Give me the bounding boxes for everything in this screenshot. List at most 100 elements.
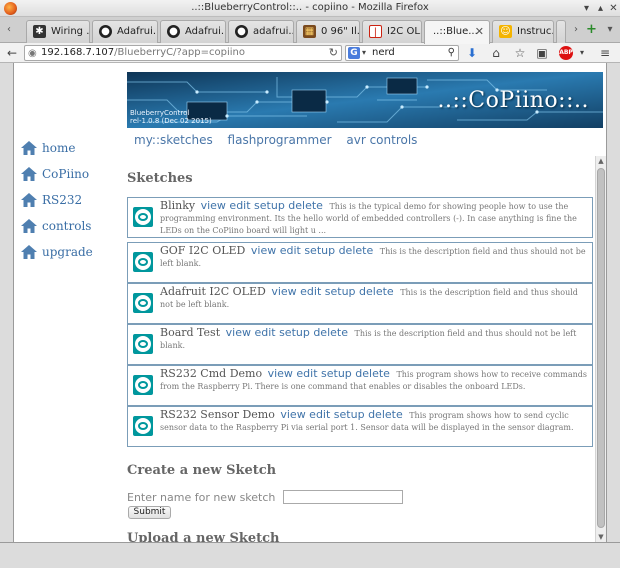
- sketch-name: Blinky: [160, 199, 196, 212]
- list-item: Board Test view edit setup delete This i…: [127, 324, 593, 365]
- banner-title: ..::CoPiino::..: [437, 88, 589, 113]
- shop-icon: ▦: [303, 25, 316, 38]
- tab-instructables[interactable]: ☺ Instruc...: [492, 20, 554, 43]
- window-title: ..::BlueberryControl::.. - copiino - Moz…: [191, 2, 429, 13]
- maximize-icon[interactable]: ▴: [594, 2, 607, 15]
- tab-blueberry-active[interactable]: ..::Blue... ✕: [424, 20, 490, 44]
- sidebar-item-upgrade[interactable]: upgrade: [18, 242, 116, 268]
- nav-flashprogrammer[interactable]: flashprogrammer: [228, 133, 332, 147]
- new-sketch-name-input[interactable]: [283, 490, 403, 504]
- house-icon: [21, 141, 37, 155]
- url-bar[interactable]: ◉ 192.168.7.107/BlueberryC/?app=copiino …: [24, 45, 342, 61]
- window-titlebar: ..::BlueberryControl::.. - copiino - Moz…: [0, 0, 620, 17]
- sketch-name: RS232 Cmd Demo: [160, 367, 263, 380]
- house-icon: [21, 245, 37, 259]
- sidebar-item-copiino[interactable]: CoPiino: [18, 164, 116, 190]
- arduino-icon: [133, 293, 153, 313]
- close-window-icon[interactable]: ✕: [607, 2, 620, 15]
- sidebar-item-home[interactable]: home: [18, 138, 116, 164]
- globe-icon: ◉: [28, 48, 37, 59]
- tab-strip: ‹ ✱ Wiring ... ● Adafrui... ● Adafrui...…: [0, 17, 620, 44]
- google-icon[interactable]: G: [348, 47, 360, 59]
- sketch-name: Adafruit I2C OLED: [160, 285, 266, 298]
- list-item: Adafruit I2C OLED view edit setup delete…: [127, 283, 593, 324]
- house-icon: [21, 219, 37, 233]
- top-navigation: my::sketches flashprogrammer avr control…: [134, 133, 428, 147]
- tab-adafruit-2[interactable]: ● Adafrui...: [160, 20, 226, 43]
- sketch-actions[interactable]: view edit setup delete: [280, 408, 402, 421]
- page-viewport: ..::CoPiino::.. BlueberryControl rel-1.0…: [13, 63, 607, 542]
- sketch-description: This is the description field and thus s…: [160, 329, 577, 350]
- sketch-actions[interactable]: view edit setup delete: [268, 367, 390, 380]
- arduino-icon: [133, 207, 153, 227]
- scroll-up-arrow-icon[interactable]: ▲: [596, 156, 606, 166]
- sidebar-item-controls[interactable]: controls: [18, 216, 116, 242]
- tab-i2c-oled[interactable]: ❘ I2C OL...: [362, 20, 422, 43]
- house-icon: [21, 167, 37, 181]
- sketch-actions[interactable]: view edit setup delete: [251, 244, 373, 257]
- submit-button[interactable]: Submit: [128, 506, 171, 519]
- upload-sketch-heading: Upload a new Sketch: [127, 531, 280, 542]
- sidebar-item-rs232[interactable]: RS232: [18, 190, 116, 216]
- house-icon: [21, 193, 37, 207]
- back-arrow-icon[interactable]: ←: [4, 45, 20, 61]
- reload-icon[interactable]: ↻: [329, 46, 338, 60]
- tab-list-icon[interactable]: ▾: [604, 23, 616, 37]
- window-bottom-frame: [0, 542, 620, 568]
- sketch-name: GOF I2C OLED: [160, 244, 246, 257]
- list-item: GOF I2C OLED view edit setup delete This…: [127, 242, 593, 283]
- nav-avr-controls[interactable]: avr controls: [346, 133, 417, 147]
- url-host: 192.168.7.107: [41, 47, 115, 58]
- instructables-icon: ☺: [499, 25, 512, 38]
- list-item: RS232 Cmd Demo view edit setup delete Th…: [127, 365, 593, 406]
- tab-adafruit-1[interactable]: ● Adafrui...: [92, 20, 158, 43]
- chevron-down-icon[interactable]: ▾: [574, 45, 590, 61]
- sketch-actions[interactable]: view edit setup delete: [201, 199, 323, 212]
- navigation-bar: ← ◉ 192.168.7.107/BlueberryC/?app=copiin…: [0, 43, 620, 63]
- menu-icon[interactable]: ≡: [597, 45, 613, 61]
- side-navigation: home CoPiino RS232 controls upgrade: [18, 138, 116, 268]
- tab-scroll-right-icon[interactable]: ›: [570, 23, 582, 37]
- scrollbar-thumb[interactable]: [597, 168, 605, 528]
- banner: ..::CoPiino::.. BlueberryControl rel-1.0…: [127, 72, 603, 128]
- github-icon: ●: [167, 25, 180, 38]
- create-sketch-heading: Create a new Sketch: [127, 463, 277, 478]
- chevron-down-icon[interactable]: ▾: [362, 46, 366, 60]
- tab-wiring[interactable]: ✱ Wiring ...: [26, 20, 90, 43]
- search-bar[interactable]: G ▾ nerd ⚲: [345, 45, 459, 61]
- arduino-icon: [133, 416, 153, 436]
- sketch-actions[interactable]: view edit setup delete: [271, 285, 393, 298]
- sketch-name: Board Test: [160, 326, 221, 339]
- page-scrollbar[interactable]: ▲ ▼: [595, 156, 606, 542]
- adblock-icon[interactable]: ABP: [559, 46, 573, 60]
- wiring-icon: ✱: [33, 25, 46, 38]
- arduino-icon: [133, 334, 153, 354]
- sketch-name: RS232 Sensor Demo: [160, 408, 275, 421]
- tab-scroll-left-icon[interactable]: ‹: [3, 23, 15, 37]
- sketch-actions[interactable]: view edit setup delete: [226, 326, 348, 339]
- tab-i2c-icon: ❘: [369, 25, 382, 38]
- home-icon[interactable]: ⌂: [488, 45, 504, 61]
- minimize-icon[interactable]: ▾: [580, 2, 593, 15]
- scroll-down-arrow-icon[interactable]: ▼: [596, 532, 606, 542]
- close-tab-icon[interactable]: ✕: [475, 21, 484, 42]
- sketch-list: Blinky view edit setup delete This is th…: [127, 197, 593, 447]
- list-item: RS232 Sensor Demo view edit setup delete…: [127, 406, 593, 447]
- url-path: /BlueberryC/?app=copiino: [114, 47, 245, 58]
- search-value: nerd: [372, 47, 395, 58]
- sketches-heading: Sketches: [127, 171, 193, 186]
- bookmarks-list-icon[interactable]: ▣: [534, 45, 550, 61]
- download-icon[interactable]: ⬇: [464, 45, 480, 61]
- bookmark-star-icon[interactable]: ☆: [512, 45, 528, 61]
- arduino-icon: [133, 252, 153, 272]
- tab-adafruit-3[interactable]: ● adafrui...: [228, 20, 294, 43]
- list-item: Blinky view edit setup delete This is th…: [127, 197, 593, 238]
- tab-oled-shop[interactable]: ▦ 0 96" Il...: [296, 20, 360, 43]
- nav-my-sketches[interactable]: my::sketches: [134, 133, 213, 147]
- binoculars-icon[interactable]: ⚲: [448, 46, 455, 60]
- new-tab-icon[interactable]: +: [586, 23, 597, 37]
- banner-release: rel-1.0.8 (Dec 02 2015): [130, 117, 212, 125]
- github-icon: ●: [235, 25, 248, 38]
- banner-app-name: BlueberryControl: [130, 109, 190, 117]
- tab-overflow[interactable]: [556, 20, 566, 43]
